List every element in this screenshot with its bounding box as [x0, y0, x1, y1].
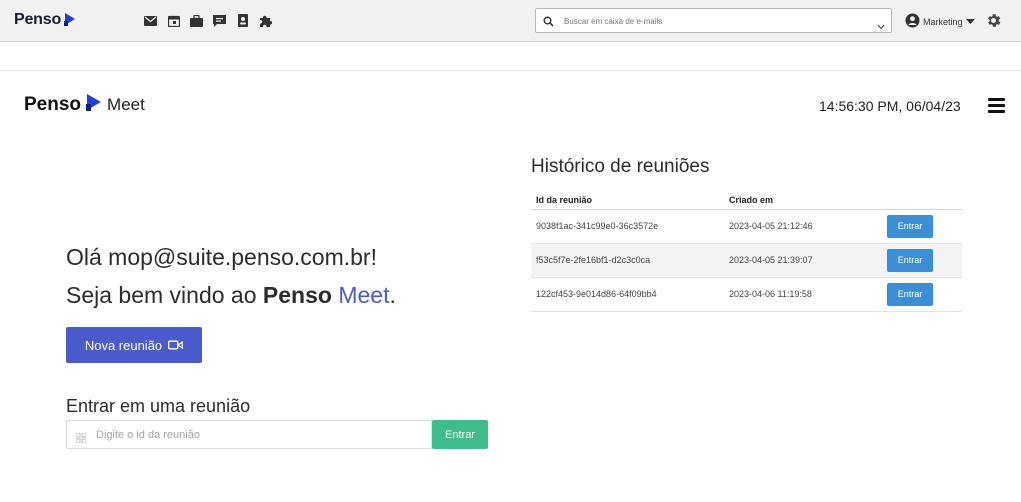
- mail-icon[interactable]: [143, 13, 158, 28]
- history-title: Histórico de reuniões: [531, 156, 710, 177]
- user-label: Marketing: [923, 16, 963, 27]
- enter-meeting-button[interactable]: Entrar: [887, 248, 933, 272]
- search-icon: [543, 14, 554, 32]
- user-avatar-icon: [905, 13, 920, 30]
- meet-brand-name: Penso: [24, 93, 82, 115]
- column-header-action: [882, 191, 962, 210]
- user-menu[interactable]: Marketing: [905, 13, 975, 30]
- chevron-down-icon[interactable]: [877, 17, 885, 35]
- created-at-cell: 2023-04-05 21:12:46: [724, 209, 882, 244]
- enter-meeting-button[interactable]: Entrar: [887, 214, 933, 238]
- greeting-line-1: Olá mop@suite.penso.com.br!: [66, 244, 377, 270]
- video-camera-icon: [168, 338, 184, 353]
- table-row: 9038f1ac-341c99e0-36c3572e 2023-04-05 21…: [531, 209, 962, 244]
- mail-search[interactable]: [535, 8, 892, 33]
- menu-icon[interactable]: [988, 98, 1005, 114]
- chat-icon[interactable]: [212, 13, 227, 28]
- calendar-icon[interactable]: [166, 13, 181, 28]
- table-row: 122cf453-9e014d86-64f09bb4 2023-04-06 11…: [531, 277, 962, 312]
- new-meeting-label: Nova reunião: [84, 337, 163, 353]
- greeting-prefix: Seja bem vindo ao: [66, 282, 263, 308]
- contacts-icon[interactable]: [235, 13, 250, 28]
- action-cell: Entrar: [882, 209, 962, 244]
- top-app-bar: Penso Marketing: [0, 0, 1021, 42]
- search-input[interactable]: [564, 12, 864, 30]
- join-meeting-title: Entrar em uma reunião: [66, 396, 251, 416]
- table-row: f53c5f7e-2fe16bf1-d2c3c0ca 2023-04-05 21…: [531, 243, 962, 278]
- greeting-suffix: .: [389, 282, 396, 308]
- meet-logo[interactable]: Penso Meet: [24, 93, 145, 116]
- enter-meeting-button[interactable]: Entrar: [887, 282, 933, 306]
- meeting-id-cell: 122cf453-9e014d86-64f09bb4: [531, 277, 724, 312]
- briefcase-icon[interactable]: [189, 13, 204, 28]
- app-logo[interactable]: Penso: [14, 11, 76, 31]
- greeting: Olá mop@suite.penso.com.br! Seja bem vin…: [66, 238, 396, 314]
- gear-icon[interactable]: [985, 12, 1002, 34]
- created-at-cell: 2023-04-06 11:19:58: [724, 277, 882, 312]
- divider: [0, 70, 1021, 71]
- table-header-row: Id da reunião Criado em: [531, 191, 962, 210]
- caret-down-icon: [965, 17, 975, 27]
- created-at-cell: 2023-04-05 21:39:07: [724, 243, 882, 278]
- meeting-id-field[interactable]: [66, 420, 432, 449]
- greeting-product: Meet: [338, 282, 390, 308]
- brand-name: Penso: [14, 11, 62, 28]
- app-launcher: [143, 13, 273, 28]
- clock: 14:56:30 PM, 06/04/23: [819, 98, 961, 114]
- column-header-created: Criado em: [724, 191, 882, 210]
- join-button[interactable]: Entrar: [432, 420, 488, 449]
- meeting-id-cell: f53c5f7e-2fe16bf1-d2c3c0ca: [531, 243, 724, 278]
- meeting-id-input[interactable]: [96, 426, 416, 444]
- history-table: Id da reunião Criado em 9038f1ac-341c99e…: [531, 191, 962, 312]
- action-cell: Entrar: [882, 243, 962, 278]
- extensions-icon[interactable]: [258, 13, 273, 28]
- new-meeting-button[interactable]: Nova reunião: [66, 327, 202, 363]
- greeting-line-2: Seja bem vindo ao Penso Meet.: [66, 276, 396, 314]
- action-cell: Entrar: [882, 277, 962, 312]
- logo-mark-icon: [64, 12, 76, 31]
- column-header-id: Id da reunião: [531, 191, 724, 210]
- meeting-id-cell: 9038f1ac-341c99e0-36c3572e: [531, 209, 724, 244]
- meet-product-name: Meet: [107, 94, 145, 114]
- grid-icon: [75, 430, 87, 448]
- logo-mark-icon: [86, 93, 102, 116]
- greeting-brand: Penso: [262, 282, 332, 308]
